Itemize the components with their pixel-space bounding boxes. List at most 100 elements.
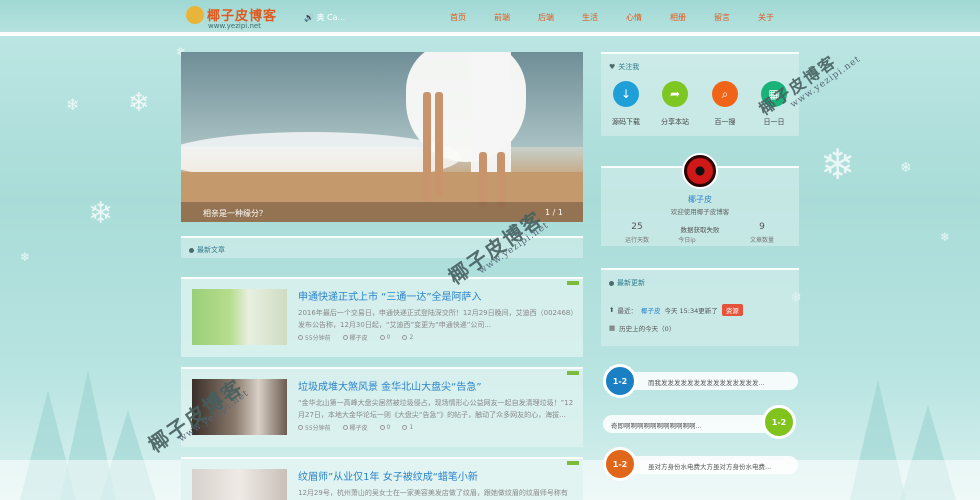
section-title: 最新文章: [189, 245, 225, 255]
clock-icon: [298, 425, 303, 430]
latest-title: 最新文章: [197, 246, 225, 254]
stat-label: 文章数量: [749, 237, 774, 244]
article-comments: 2: [409, 334, 414, 341]
follow-title: 关注我: [618, 63, 640, 71]
article-author[interactable]: 椰子皮: [350, 423, 368, 432]
user-icon: [342, 425, 348, 430]
snowflake-icon: ❄: [20, 250, 31, 264]
nav-item[interactable]: 后端: [524, 12, 568, 23]
nav-item[interactable]: 相册: [656, 12, 700, 23]
site-header: 椰子皮博客 www.yezipi.net 🔊 奥 Ca... 首页 前端 后端 …: [0, 0, 980, 36]
snowflake-icon: ❄: [820, 140, 856, 189]
arrow-up-icon: ⬆: [609, 306, 615, 314]
nav-item[interactable]: 前端: [480, 12, 524, 23]
article-card[interactable]: 申通快递正式上市 “三通一达”全是阿萨入 2016年最后一个交易日，申通快递正式…: [181, 277, 583, 357]
nav-item[interactable]: 心情: [612, 12, 656, 23]
eye-icon: [379, 425, 385, 430]
slider-caption-bar: 相亲是一种缘分？ 1 / 1: [181, 202, 583, 222]
article-title[interactable]: 垃圾成堆大煞风景 金华北山大盘尖“告急”: [298, 378, 482, 393]
snowflake-icon: ❄: [88, 196, 114, 231]
last-update-prefix: 最近：: [617, 307, 637, 315]
eye-icon: [379, 335, 385, 340]
article-thumbnail[interactable]: [192, 289, 287, 345]
article-excerpt: 12月29号，杭州萧山的吴女士在一家美容美发店做了纹眉，跟她做纹眉的纹眉师号称有…: [298, 489, 568, 497]
article-card[interactable]: 垃圾成堆大煞风景 金华北山大盘尖“告急” “金华北山第一高峰大盘尖居然被垃圾侵占…: [181, 367, 583, 447]
music-player[interactable]: 🔊 奥 Ca...: [304, 12, 345, 23]
search-icon[interactable]: ⌕: [712, 81, 738, 107]
main-nav: 首页 前端 后端 生活 心情 相册 留言 关于: [436, 12, 788, 23]
heart-icon: ♥: [609, 63, 616, 71]
article-time: 55分钟前: [305, 335, 331, 342]
article-thumbnail[interactable]: [192, 379, 287, 435]
recent-title: 最新更新: [617, 279, 645, 287]
comment-bubble[interactable]: 而我发发发发发发发发发发发发发发发...: [628, 372, 798, 390]
avatar[interactable]: [682, 153, 718, 189]
new-tag: [567, 461, 579, 465]
comment-icon: [402, 425, 408, 430]
latest-articles-header: 最新文章: [181, 236, 583, 258]
user-icon: [342, 335, 348, 340]
article-meta: 55分钟前 椰子皮 0 2: [298, 333, 425, 342]
comment-bubble[interactable]: 虽对方身份水电费大方虽对方身份水电费...: [628, 456, 798, 474]
new-tag: [567, 281, 579, 285]
article-time: 55分钟前: [305, 425, 331, 432]
download-icon[interactable]: ↓: [613, 81, 639, 107]
history-row[interactable]: ▦ 历史上的今天（0）: [609, 323, 675, 333]
slide-counter: 1 / 1: [545, 208, 563, 217]
follow-label[interactable]: 源码下载: [601, 117, 651, 127]
resource-tag[interactable]: 资源: [721, 304, 743, 316]
bullet-icon: [189, 247, 194, 253]
share-icon[interactable]: ➦: [662, 81, 688, 107]
article-author[interactable]: 椰子皮: [350, 333, 368, 342]
follow-label[interactable]: 百一搜: [700, 117, 750, 127]
stat-label: 运行天数: [624, 237, 649, 244]
article-views: 0: [386, 424, 391, 431]
last-update-text: 今天 15:34更新了: [664, 307, 718, 315]
history-today[interactable]: 历史上的今天（0）: [619, 323, 675, 333]
profile-welcome: 欢迎使用椰子皮博客: [670, 208, 730, 216]
snowflake-icon: ❄: [128, 88, 150, 118]
logo-icon: [186, 6, 204, 24]
profile-name[interactable]: 椰子皮: [650, 194, 750, 205]
article-comments: 1: [409, 424, 414, 431]
section-title: 最新更新: [609, 278, 645, 288]
site-logo[interactable]: 椰子皮博客 www.yezipi.net: [186, 5, 277, 30]
snowflake-icon: ❄: [66, 95, 80, 114]
nav-item[interactable]: 生活: [568, 12, 612, 23]
pin-icon: [609, 280, 614, 286]
slide-caption[interactable]: 相亲是一种缘分？: [203, 208, 267, 219]
follow-label[interactable]: 分享本站: [650, 117, 700, 127]
nav-item[interactable]: 关于: [744, 12, 788, 23]
stat-value: 数据获取失败: [680, 226, 720, 234]
snowflake-icon: ❄: [940, 230, 951, 244]
last-update-row: ⬆ 最近： 椰子皮 今天 15:34更新了 资源: [609, 304, 743, 316]
comment-avatar[interactable]: 1-2: [603, 447, 637, 481]
article-title[interactable]: 申通快递正式上市 “三通一达”全是阿萨入: [298, 288, 482, 303]
article-views: 0: [386, 334, 391, 341]
comment-avatar[interactable]: 1-2: [603, 364, 637, 398]
music-title: 奥 Ca...: [316, 13, 346, 22]
logo-url: www.yezipi.net: [208, 22, 261, 30]
article-excerpt: 2016年最后一个交易日，申通快递正式登陆深交所！12月29日晚间，艾迪西（00…: [298, 309, 574, 329]
comment-bubble[interactable]: 奇即啊啊啊啊啊啊啊啊啊啊啊...: [603, 415, 775, 433]
article-excerpt: “金华北山第一高峰大盘尖居然被垃圾侵占，现场情形心公益网友一起自发清理垃圾！”1…: [298, 399, 574, 419]
article-thumbnail[interactable]: [192, 469, 287, 500]
calendar-small-icon: ▦: [609, 324, 616, 332]
stat-label: 今日ip: [678, 237, 696, 244]
section-title: ♥ 关注我: [609, 62, 639, 72]
article-title[interactable]: 纹眉师”从业仅1年 女子被纹成“蜡笔小新: [298, 468, 478, 483]
comment-avatar[interactable]: 1-2: [762, 405, 796, 439]
nav-item[interactable]: 留言: [700, 12, 744, 23]
stat-value: 9: [759, 222, 765, 232]
hero-slider[interactable]: 相亲是一种缘分？ 1 / 1: [181, 52, 583, 222]
calendar-icon[interactable]: ▦: [761, 81, 787, 107]
clock-icon: [298, 335, 303, 340]
last-update-user[interactable]: 椰子皮: [641, 305, 661, 315]
comment-icon: [402, 335, 408, 340]
follow-label[interactable]: 日一日: [749, 117, 799, 127]
stat-value: 25: [631, 222, 643, 232]
new-tag: [567, 371, 579, 375]
article-meta: 55分钟前 椰子皮 0 1: [298, 423, 425, 432]
nav-item[interactable]: 首页: [436, 12, 480, 23]
article-card[interactable]: 纹眉师”从业仅1年 女子被纹成“蜡笔小新 12月29号，杭州萧山的吴女士在一家美…: [181, 457, 583, 500]
